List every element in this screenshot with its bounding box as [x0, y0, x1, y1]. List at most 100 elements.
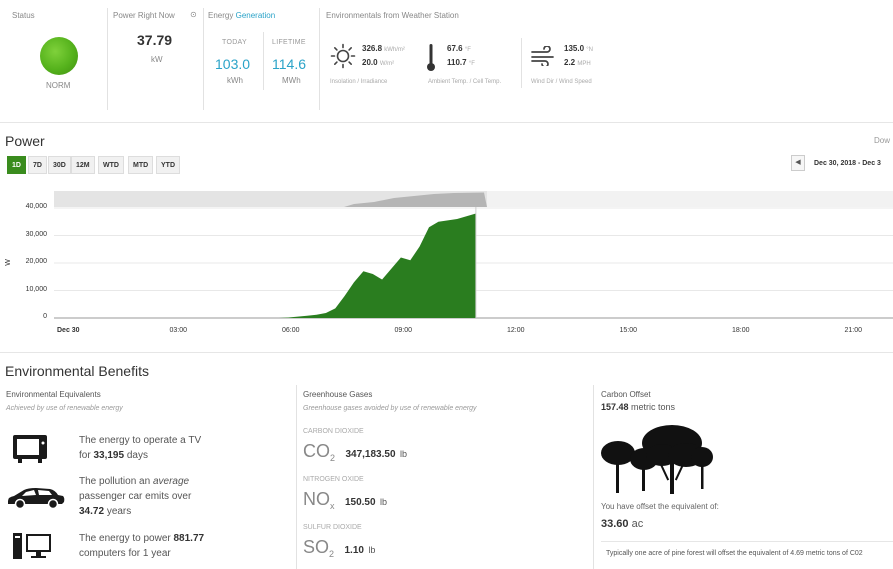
energy-today-label: TODAY: [222, 39, 247, 46]
co2-value: 347,183.50: [345, 449, 396, 460]
sun-icon: [330, 43, 356, 69]
energy-lifetime-label: LIFETIME: [272, 39, 306, 46]
acres-value: 33.60: [601, 518, 629, 530]
range-button-30d[interactable]: 30D: [48, 156, 71, 174]
x-tick-label: 06:00: [282, 327, 300, 334]
nox-formula: NO: [303, 489, 330, 509]
carbon-unit: metric tons: [631, 402, 676, 412]
nox-row: NOx 150.50 lb: [303, 489, 387, 511]
status-indicator-icon: [40, 37, 78, 75]
co2-unit: lb: [399, 449, 407, 459]
x-tick-label: 12:00: [507, 327, 525, 334]
tv-for: for: [79, 450, 91, 461]
range-button-wtd[interactable]: WTD: [98, 156, 124, 174]
acres-row: 33.60 ac: [601, 518, 643, 530]
tv-unit: days: [126, 450, 148, 461]
benefits-title: Environmental Benefits: [5, 363, 149, 379]
cell-row: 110.7 °F: [447, 58, 475, 67]
pc-num: 881.77: [173, 533, 205, 544]
x-tick-label: 21:00: [844, 327, 863, 334]
wind-speed-row: 2.2 MPH: [564, 58, 591, 67]
power-area-series[interactable]: [54, 213, 476, 319]
nox-sub: x: [330, 501, 335, 512]
x-tick-label: 18:00: [732, 327, 750, 334]
y-tick-label: 40,000: [25, 203, 47, 210]
download-link[interactable]: Dow: [874, 136, 890, 145]
range-button-mtd[interactable]: MTD: [128, 156, 154, 174]
wind-icon: [531, 46, 554, 66]
wind-caption: Wind Dir / Wind Speed: [531, 79, 592, 85]
nox-name: NITROGEN OXIDE: [303, 476, 364, 483]
tv-days: 33,195: [93, 450, 125, 461]
pc-text: The energy to power: [79, 533, 171, 544]
range-button-7d[interactable]: 7D: [28, 156, 47, 174]
ghg-desc: Greenhouse gases avoided by use of renew…: [303, 405, 477, 412]
energy-label-accent[interactable]: Generation: [236, 11, 276, 20]
range-button-12m[interactable]: 12M: [71, 156, 95, 174]
carbon-title: Carbon Offset: [601, 390, 651, 399]
carbon-equiv-text: You have offset the equivalent of:: [601, 502, 719, 511]
ambient-temp-unit: °F: [464, 47, 471, 53]
pc-post: computers for 1 year: [79, 548, 171, 559]
wind-dir-row: 135.0 °N: [564, 44, 593, 53]
temp-caption: Ambient Temp. / Cell Temp.: [428, 79, 502, 85]
co2-row: CO2 347,183.50 lb: [303, 441, 407, 463]
cell-temp-value: 110.7: [447, 58, 467, 67]
equivalents-desc: Achieved by use of renewable energy: [6, 405, 123, 412]
range-button-ytd[interactable]: YTD: [156, 156, 180, 174]
car-years: 34.72: [79, 506, 105, 517]
date-range-label[interactable]: Dec 30, 2018 - Dec 3: [814, 160, 881, 167]
power-now-value: 37.79: [137, 32, 173, 48]
so2-name: SULFUR DIOXIDE: [303, 524, 362, 531]
x-tick-label: 03:00: [169, 327, 188, 334]
x-tick-label: 15:00: [619, 327, 638, 334]
car-mid: passenger car emits over: [79, 491, 192, 502]
wind-speed-unit: MPH: [577, 61, 591, 67]
range-button-1d[interactable]: 1D: [7, 156, 26, 174]
car-unit: years: [106, 506, 132, 517]
wind-dir-unit: °N: [586, 47, 593, 53]
ambient-row: 67.6 °F: [447, 44, 471, 53]
car-equivalent: The pollution an average passenger car e…: [79, 474, 279, 519]
so2-value: 1.10: [344, 545, 364, 556]
nox-unit: lb: [380, 497, 388, 507]
irradiance-unit: W/m²: [379, 61, 395, 67]
y-tick-label: 10,000: [25, 285, 47, 293]
nox-value: 150.50: [344, 497, 376, 508]
carbon-value-row: 157.48 metric tons: [601, 402, 675, 412]
tv-equivalent: The energy to operate a TV for 33,195 da…: [79, 433, 279, 463]
co2-name: CARBON DIOXIDE: [303, 428, 364, 435]
co2-sub: 2: [330, 453, 336, 464]
cell-temp-unit: °F: [468, 61, 475, 67]
y-axis-label: W: [4, 259, 12, 266]
insolation-value: 326.8: [362, 44, 383, 53]
irradiance-value: 20.0: [362, 58, 378, 67]
y-tick-label: 0: [43, 313, 47, 320]
irradiance-row: 20.0 W/m²: [362, 58, 394, 67]
info-icon[interactable]: ⊙: [190, 10, 197, 19]
wind-speed-value: 2.2: [564, 58, 576, 67]
status-label: Status: [12, 11, 35, 20]
carbon-note: Typically one acre of pine forest will o…: [606, 550, 863, 557]
y-tick-label: 30,000: [25, 230, 47, 238]
weather-label: Environmentals from Weather Station: [326, 11, 459, 20]
prev-period-button[interactable]: ◀: [791, 155, 805, 171]
so2-sub: 2: [329, 549, 335, 560]
tv-text: The energy to operate a TV: [79, 435, 202, 446]
energy-today-value: 103.0: [215, 56, 251, 72]
trees-icon: [601, 425, 713, 494]
power-now-label: Power Right Now: [113, 11, 175, 20]
so2-unit: lb: [368, 545, 376, 555]
insolation-row: 326.8 kWh/m²: [362, 44, 405, 53]
car-text: The pollution an: [79, 476, 151, 487]
computer-icon: [13, 533, 51, 559]
ghg-title: Greenhouse Gases: [303, 390, 373, 399]
power-chart[interactable]: [54, 207, 893, 323]
energy-today-unit: kWh: [227, 76, 243, 85]
power-now-unit: kW: [151, 55, 163, 64]
status-state: NORM: [46, 81, 71, 90]
car-icon: [8, 488, 65, 510]
navigator-preview: [54, 191, 487, 207]
energy-label-text: Energy: [208, 11, 234, 20]
acres-unit: ac: [631, 518, 644, 530]
